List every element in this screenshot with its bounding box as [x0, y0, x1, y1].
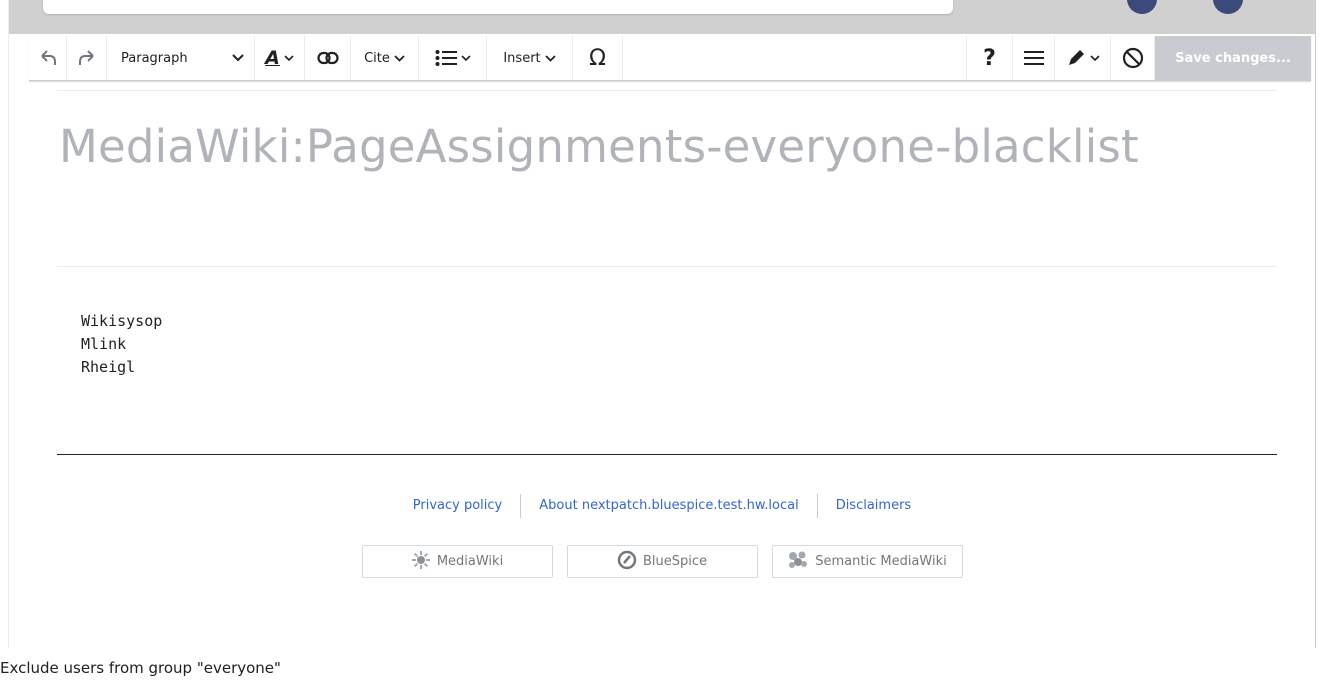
link-button[interactable] [305, 36, 351, 80]
text-style-button[interactable]: A [255, 36, 305, 80]
format-dropdown[interactable]: Paragraph [107, 36, 255, 80]
content-line: Mlink [81, 335, 127, 353]
omega-icon: Ω [589, 45, 606, 71]
save-changes-button[interactable]: Save changes... [1155, 36, 1311, 80]
mediawiki-badge[interactable]: MediaWiki [361, 545, 553, 578]
format-value: Paragraph [121, 50, 188, 66]
help-icon: ? [983, 45, 996, 71]
search-box[interactable] [43, 0, 953, 14]
top-bar [9, 0, 1315, 34]
hamburger-menu-icon [1023, 50, 1044, 66]
about-link[interactable]: About nextpatch.bluespice.test.hw.local [521, 494, 818, 518]
page-title: MediaWiki:PageAssignments-everyone-black… [59, 120, 1139, 173]
menu-avatar[interactable] [1213, 0, 1243, 14]
toolbar-spacer [623, 36, 967, 80]
visual-editor-toolbar: Paragraph A Cite Insert Ω ? Save changes… [29, 36, 1311, 81]
user-avatar[interactable] [1127, 0, 1157, 14]
content-line: Rheigl [81, 358, 136, 376]
badge-label: BlueSpice [642, 554, 708, 569]
help-button[interactable]: ? [967, 36, 1013, 80]
bluespice-badge[interactable]: BlueSpice [566, 545, 758, 578]
privacy-policy-link[interactable]: Privacy policy [395, 494, 522, 518]
bluespice-logo-icon [617, 550, 637, 574]
redo-button[interactable] [67, 36, 107, 80]
cite-button[interactable]: Cite [351, 36, 419, 80]
chevron-down-icon [545, 54, 556, 62]
list-icon [435, 49, 457, 67]
undo-button[interactable] [29, 36, 67, 80]
footer-divider [57, 454, 1277, 455]
cancel-icon [1122, 47, 1144, 69]
cite-label: Cite [364, 50, 390, 66]
chevron-down-icon [284, 54, 294, 62]
text-style-icon: A [265, 47, 280, 69]
pencil-icon [1066, 48, 1086, 68]
insert-label: Insert [503, 50, 541, 66]
chevron-down-icon [394, 54, 405, 62]
chevron-down-icon [460, 54, 471, 62]
footer-links: Privacy policy About nextpatch.bluespice… [9, 494, 1315, 518]
chevron-down-icon [1089, 54, 1100, 62]
disclaimers-link[interactable]: Disclaimers [818, 494, 930, 518]
link-icon [316, 51, 339, 65]
page-content[interactable]: Wikisysop Mlink Rheigl [81, 310, 162, 379]
semantic-mediawiki-logo-icon [787, 550, 809, 574]
redo-icon [77, 50, 97, 66]
badge-label: MediaWiki [436, 554, 504, 569]
semantic-mediawiki-badge[interactable]: Semantic MediaWiki [771, 545, 963, 578]
header-divider [57, 90, 1277, 91]
powered-by-badges: MediaWiki BlueSpice Semantic MediaWiki [9, 545, 1315, 578]
figure-caption: Exclude users from group "everyone" [0, 659, 281, 677]
editing-mode-button[interactable] [1055, 36, 1111, 80]
insert-button[interactable]: Insert [487, 36, 573, 80]
content-line: Wikisysop [81, 312, 163, 330]
page-options-button[interactable] [1013, 36, 1055, 80]
undo-icon [38, 50, 58, 66]
chevron-down-icon [232, 54, 244, 62]
list-button[interactable] [419, 36, 487, 80]
editor-frame: Paragraph A Cite Insert Ω ? Save changes… [8, 0, 1316, 648]
badge-label: Semantic MediaWiki [815, 554, 947, 569]
cancel-button[interactable] [1111, 36, 1155, 80]
title-divider [57, 266, 1277, 267]
mediawiki-logo-icon [411, 550, 431, 574]
special-character-button[interactable]: Ω [573, 36, 623, 80]
